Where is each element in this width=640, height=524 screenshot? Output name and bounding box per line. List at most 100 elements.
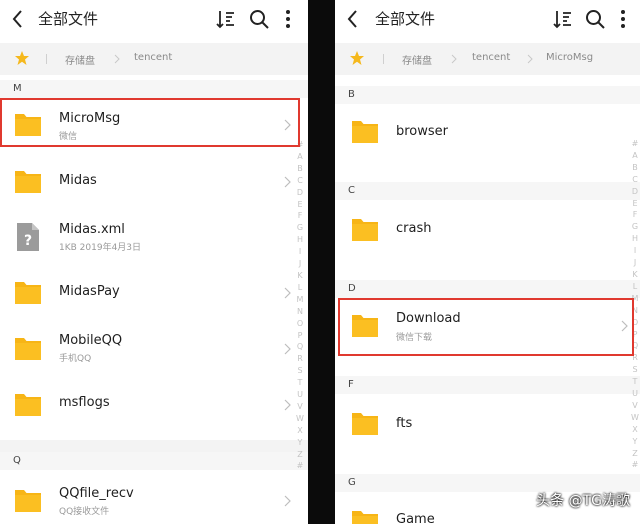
alphabet-letter[interactable]: G — [632, 221, 638, 233]
item-subtitle: 微信 — [59, 132, 78, 142]
page-title: 全部文件 — [38, 10, 99, 28]
alphabet-letter[interactable]: I — [299, 246, 301, 258]
alphabet-letter[interactable]: L — [633, 281, 637, 293]
alphabet-letter[interactable]: P — [298, 330, 303, 342]
alphabet-letter[interactable]: R — [297, 353, 303, 365]
alphabet-letter[interactable]: Q — [632, 340, 638, 352]
alphabet-letter[interactable]: Y — [298, 437, 303, 449]
alphabet-letter[interactable]: P — [633, 329, 638, 341]
list-item[interactable]: MobileQQ 手机QQ — [0, 318, 308, 378]
alphabet-letter[interactable]: J — [299, 258, 301, 270]
back-arrow-icon[interactable] — [10, 8, 26, 30]
list-item[interactable]: MidasPay — [0, 262, 308, 322]
section-label: B — [348, 89, 355, 100]
breadcrumb-item[interactable]: 存储盘 — [402, 52, 432, 67]
alphabet-letter[interactable]: M — [297, 294, 304, 306]
folder-icon — [15, 490, 41, 512]
alphabet-letter[interactable]: T — [298, 377, 303, 389]
back-arrow-icon[interactable] — [345, 8, 361, 30]
alphabet-letter[interactable]: N — [632, 305, 638, 317]
alphabet-letter[interactable]: V — [632, 400, 637, 412]
list-item[interactable]: Midas — [0, 151, 308, 211]
breadcrumb-item[interactable]: 存储盘 — [65, 52, 95, 67]
alphabet-letter[interactable]: C — [632, 174, 638, 186]
alphabet-letter[interactable]: K — [297, 270, 302, 282]
list-item[interactable]: crash — [335, 200, 640, 270]
chevron-right-icon — [284, 495, 291, 507]
alphabet-letter[interactable]: O — [632, 317, 638, 329]
list-item[interactable]: Download 微信下载 — [335, 298, 640, 366]
item-subtitle: 1KB 2019年4月3日 — [59, 243, 142, 253]
alphabet-letter[interactable]: X — [632, 424, 637, 436]
section-label: M — [13, 83, 22, 94]
alphabet-letter[interactable]: Z — [297, 449, 302, 461]
alphabet-letter[interactable]: L — [298, 282, 302, 294]
alphabet-letter[interactable]: T — [633, 376, 638, 388]
alphabet-letter[interactable]: A — [297, 151, 302, 163]
more-options-icon[interactable] — [612, 8, 634, 30]
alphabet-letter[interactable]: X — [297, 425, 302, 437]
item-name: QQfile_recv — [59, 486, 134, 501]
breadcrumb-item[interactable]: tencent — [472, 52, 510, 63]
alphabet-letter[interactable]: Y — [633, 436, 638, 448]
alphabet-letter[interactable]: H — [632, 233, 638, 245]
alphabet-letter[interactable]: A — [632, 150, 637, 162]
list-item[interactable]: fts — [335, 394, 640, 464]
list-item[interactable]: msflogs — [0, 374, 308, 434]
item-subtitle: QQ接收文件 — [59, 507, 110, 517]
alphabet-letter[interactable]: W — [631, 412, 639, 424]
search-icon[interactable] — [584, 8, 606, 30]
more-options-icon[interactable] — [277, 8, 299, 30]
alphabet-index[interactable]: # A B C D E F G H I J K L M N O P Q R S … — [629, 138, 640, 471]
folder-icon — [15, 394, 41, 416]
alphabet-letter[interactable]: B — [297, 163, 303, 175]
folder-icon — [15, 338, 41, 360]
breadcrumb-item[interactable]: tencent — [134, 52, 172, 63]
breadcrumb-separator — [46, 54, 47, 64]
list-item[interactable]: QQfile_recv QQ接收文件 — [0, 470, 308, 524]
alphabet-letter[interactable]: W — [296, 413, 304, 425]
alphabet-letter[interactable]: Z — [632, 448, 637, 460]
alphabet-letter[interactable]: D — [632, 186, 638, 198]
breadcrumb-item[interactable]: MicroMsg — [546, 52, 593, 63]
list-item[interactable]: MicroMsg 微信 — [0, 94, 308, 154]
alphabet-letter[interactable]: K — [632, 269, 637, 281]
alphabet-letter[interactable]: E — [632, 198, 637, 210]
alphabet-letter[interactable]: U — [632, 388, 638, 400]
sort-icon[interactable] — [214, 8, 236, 30]
alphabet-letter[interactable]: I — [634, 245, 636, 257]
alphabet-letter[interactable]: M — [632, 293, 639, 305]
favorite-star-icon[interactable] — [14, 50, 30, 66]
alphabet-letter[interactable]: O — [297, 318, 303, 330]
breadcrumb-separator — [383, 54, 384, 64]
alphabet-letter[interactable]: F — [633, 209, 638, 221]
alphabet-letter[interactable]: F — [298, 210, 303, 222]
item-name: Game — [396, 512, 435, 524]
alphabet-letter[interactable]: N — [297, 306, 303, 318]
alphabet-letter[interactable]: R — [632, 352, 638, 364]
search-icon[interactable] — [248, 8, 270, 30]
list-item[interactable]: browser — [335, 104, 640, 172]
alphabet-letter[interactable]: H — [297, 234, 303, 246]
alphabet-letter[interactable]: S — [297, 365, 302, 377]
alphabet-letter[interactable]: C — [297, 175, 303, 187]
alphabet-letter[interactable]: # — [632, 459, 639, 471]
sort-icon[interactable] — [551, 8, 573, 30]
alphabet-letter[interactable]: # — [632, 138, 639, 150]
alphabet-letter[interactable]: G — [297, 222, 303, 234]
alphabet-letter[interactable]: D — [297, 187, 303, 199]
alphabet-letter[interactable]: # — [297, 139, 304, 151]
item-subtitle: 手机QQ — [59, 354, 92, 364]
alphabet-letter[interactable]: # — [297, 460, 304, 472]
alphabet-letter[interactable]: E — [297, 199, 302, 211]
alphabet-letter[interactable]: V — [297, 401, 302, 413]
list-item[interactable]: ? Midas.xml 1KB 2019年4月3日 — [0, 206, 308, 266]
favorite-star-icon[interactable] — [349, 50, 365, 66]
alphabet-letter[interactable]: U — [297, 389, 303, 401]
alphabet-letter[interactable]: B — [632, 162, 638, 174]
alphabet-index[interactable]: # A B C D E F G H I J K L M N O P Q R S … — [294, 139, 306, 472]
alphabet-letter[interactable]: S — [632, 364, 637, 376]
alphabet-letter[interactable]: J — [634, 257, 636, 269]
alphabet-letter[interactable]: Q — [297, 341, 303, 353]
folder-icon — [352, 413, 378, 435]
